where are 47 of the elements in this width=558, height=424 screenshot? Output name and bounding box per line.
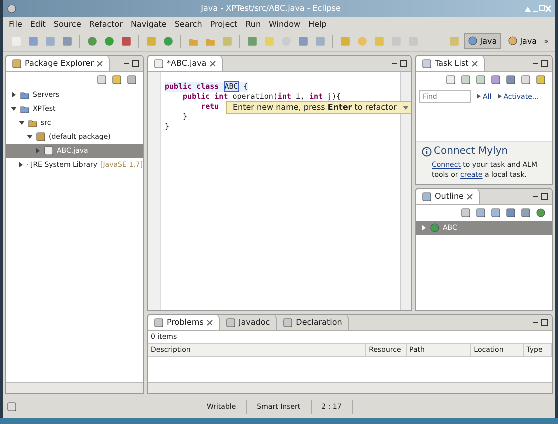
menu-item[interactable]: File xyxy=(9,20,22,28)
mylyn-title: Connect Mylyn xyxy=(434,146,508,157)
close-icon[interactable] xyxy=(472,60,478,66)
collapsed-icon[interactable] xyxy=(10,92,17,98)
source-folder-icon xyxy=(28,118,38,128)
scrollbar[interactable] xyxy=(400,72,411,310)
dropdown-icon[interactable] xyxy=(402,106,409,110)
close-icon[interactable] xyxy=(97,60,104,66)
perspective-button[interactable]: Java xyxy=(464,33,502,49)
perspective-button[interactable]: Java xyxy=(504,33,542,49)
view-tab[interactable]: Outline xyxy=(416,189,480,204)
info-icon xyxy=(422,146,432,156)
more-perspectives[interactable]: » xyxy=(544,36,549,46)
dot-icon xyxy=(536,208,546,218)
view-tab[interactable]: Package Explorer xyxy=(6,56,110,71)
menu-item[interactable]: Help xyxy=(308,20,327,28)
menu-item[interactable]: Window xyxy=(269,20,301,28)
collapsed-icon[interactable] xyxy=(18,162,24,168)
folder-icon xyxy=(20,90,30,100)
menu-item[interactable]: Edit xyxy=(30,20,46,28)
menu-item[interactable]: Run xyxy=(246,20,262,28)
expanded-icon[interactable] xyxy=(18,120,25,126)
close-icon[interactable] xyxy=(466,194,473,200)
minimize-maximize-icon[interactable] xyxy=(533,60,549,68)
menu-item[interactable]: Source xyxy=(54,20,82,28)
triangle-icon xyxy=(498,94,502,99)
menu-item[interactable]: Search xyxy=(174,20,202,28)
minimize-maximize-icon[interactable] xyxy=(124,60,140,68)
minimize-maximize-icon[interactable] xyxy=(533,192,549,200)
menu-item[interactable]: Project xyxy=(210,20,238,28)
view-tab[interactable]: Problems xyxy=(148,315,220,330)
minimize-maximize-icon[interactable] xyxy=(533,318,549,326)
window-controls-icon[interactable] xyxy=(525,4,551,12)
editor-tab[interactable]: *ABC.java xyxy=(148,56,223,71)
view-tab[interactable]: Task List xyxy=(416,56,485,71)
expanded-icon[interactable] xyxy=(26,134,33,140)
expanded-icon[interactable] xyxy=(10,106,17,112)
menu-item[interactable]: Refactor xyxy=(89,20,123,28)
minimize-maximize-icon[interactable] xyxy=(392,60,408,68)
close-icon[interactable] xyxy=(206,320,213,326)
close-icon[interactable] xyxy=(210,60,216,66)
rename-hint-text: Enter new name, press Enter to refactor xyxy=(233,103,397,112)
menu-item[interactable]: Navigate xyxy=(130,20,167,28)
triangle-icon xyxy=(477,94,481,99)
window-title: Java - XPTest/src/ABC.java - Eclipse xyxy=(200,4,342,13)
scrollbar[interactable] xyxy=(6,382,143,393)
scrollbar[interactable] xyxy=(148,382,552,393)
